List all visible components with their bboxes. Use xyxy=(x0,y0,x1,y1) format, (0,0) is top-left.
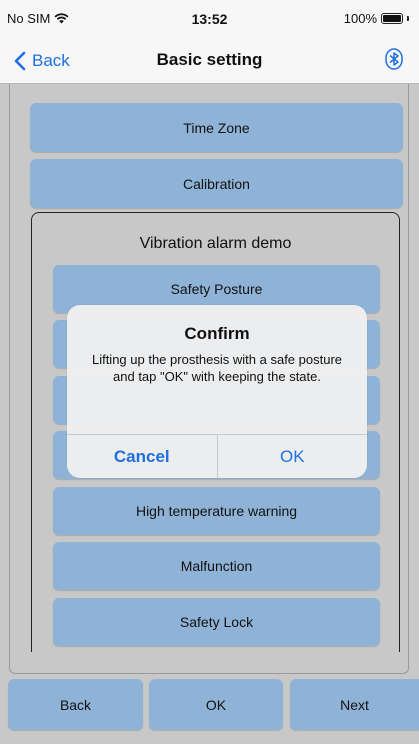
confirm-dialog: Confirm Lifting up the prosthesis with a… xyxy=(67,305,367,478)
dialog-actions: Cancel OK xyxy=(67,434,367,478)
bluetooth-icon[interactable] xyxy=(383,48,405,70)
dialog-message: Lifting up the prosthesis with a safe po… xyxy=(91,352,343,384)
battery-status: 100% xyxy=(344,11,409,26)
navigation-bar: Back Basic setting xyxy=(0,38,419,84)
battery-nub xyxy=(407,16,409,21)
high-temperature-warning-button[interactable]: High temperature warning xyxy=(53,487,380,535)
high-temperature-warning-label: High temperature warning xyxy=(135,503,298,519)
malfunction-button[interactable]: Malfunction xyxy=(53,542,380,590)
footer-next-button[interactable]: Next xyxy=(290,679,419,730)
footer-back-button[interactable]: Back xyxy=(8,679,143,730)
dialog-cancel-button[interactable]: Cancel xyxy=(67,435,218,478)
malfunction-label: Malfunction xyxy=(180,558,253,574)
dialog-title: Confirm xyxy=(184,324,250,343)
footer-back-label: Back xyxy=(59,696,92,713)
safety-lock-button[interactable]: Safety Lock xyxy=(53,598,380,646)
safety-posture-label: Safety Posture xyxy=(170,281,263,297)
vibration-demo-title: Vibration alarm demo xyxy=(139,235,292,252)
battery-icon xyxy=(381,13,403,24)
dialog-ok-button[interactable]: OK xyxy=(218,435,368,478)
status-bar: No SIM 13:52 100% xyxy=(0,0,419,38)
page-title: Basic setting xyxy=(156,50,263,69)
calibration-button[interactable]: Calibration xyxy=(30,159,403,208)
calibration-label: Calibration xyxy=(183,175,250,192)
time-zone-button[interactable]: Time Zone xyxy=(30,103,403,152)
footer-ok-label: OK xyxy=(205,696,227,713)
time-zone-label: Time Zone xyxy=(183,119,250,136)
safety-lock-label: Safety Lock xyxy=(179,614,254,630)
footer-ok-button[interactable]: OK xyxy=(149,679,283,730)
footer-next-label: Next xyxy=(340,696,369,713)
battery-percent: 100% xyxy=(343,11,377,26)
